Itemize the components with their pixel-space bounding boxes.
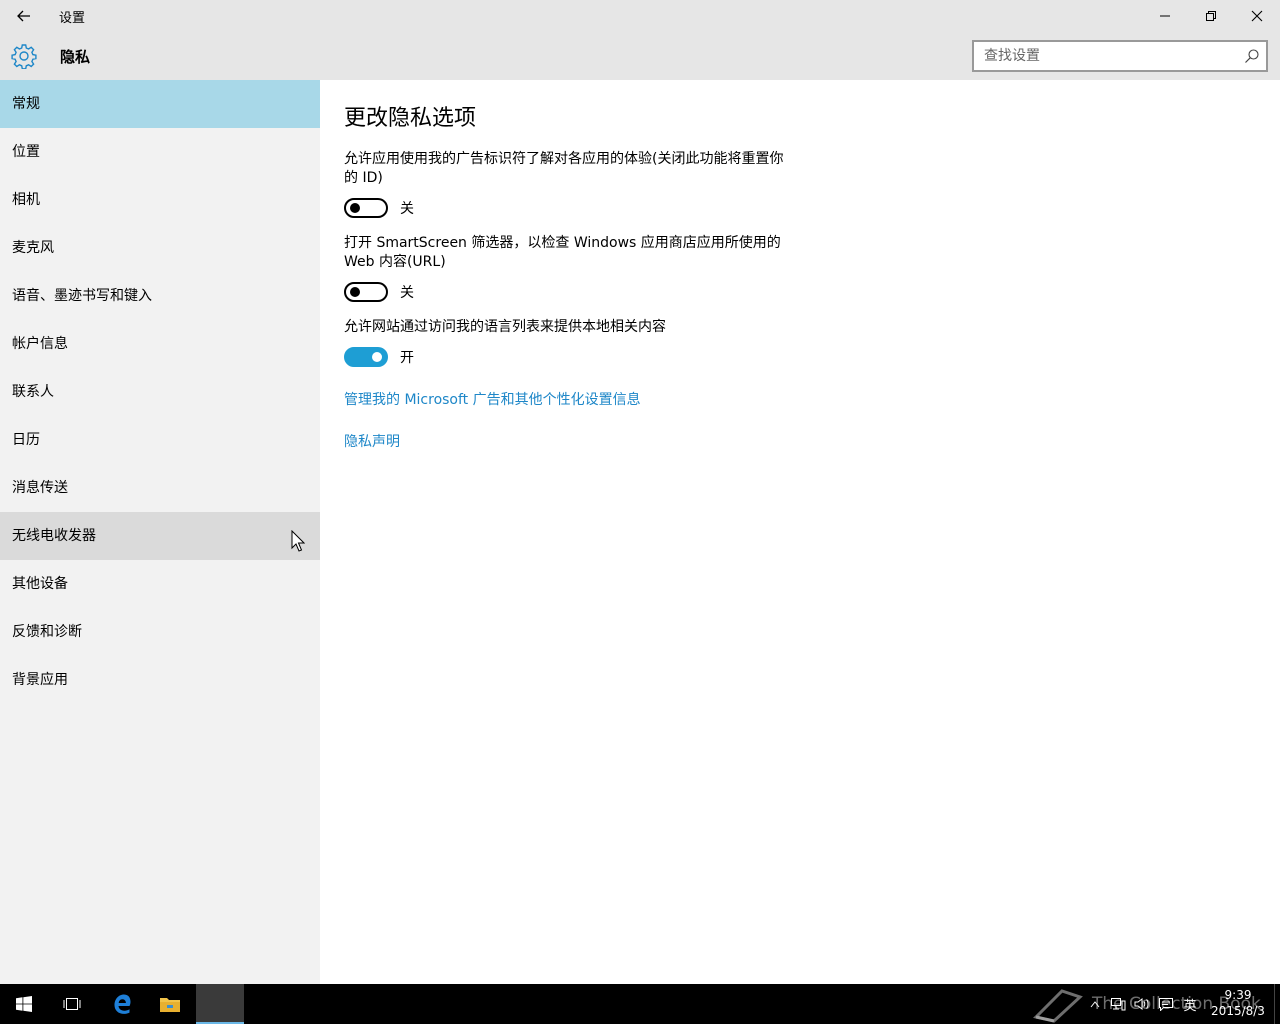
privacy-statement-link[interactable]: 隐私声明 (344, 431, 1280, 451)
edge-icon (114, 994, 131, 1014)
back-arrow-icon (17, 10, 30, 22)
sidebar-item-messaging[interactable]: 消息传送 (0, 464, 320, 512)
setting-smartscreen: 打开 SmartScreen 筛选器，以检查 Windows 应用商店应用所使用… (344, 234, 794, 302)
sidebar-item-contacts[interactable]: 联系人 (0, 368, 320, 416)
page-heading: 更改隐私选项 (344, 106, 477, 131)
volume-button[interactable] (1130, 984, 1154, 1024)
clock-date: 2015/8/3 (1211, 1004, 1265, 1018)
action-center-button[interactable] (1154, 984, 1178, 1024)
file-explorer-button[interactable] (146, 984, 194, 1024)
language-list-toggle[interactable] (344, 347, 388, 367)
sidebar-item-camera[interactable]: 相机 (0, 176, 320, 224)
task-view-button[interactable] (48, 984, 96, 1024)
clock-time: 9:39 (1224, 988, 1252, 1002)
book-watermark-icon (1033, 989, 1083, 1023)
page-section-title: 隐私 (60, 48, 91, 66)
main-content: 更改隐私选项 允许应用使用我的广告标识符了解对各应用的体验(关闭此功能将重置你的… (320, 80, 1280, 984)
setting-label: 允许网站通过访问我的语言列表来提供本地相关内容 (344, 319, 666, 335)
toggle-state-label: 关 (400, 285, 414, 301)
message-icon (1159, 998, 1173, 1011)
network-button[interactable] (1106, 984, 1130, 1024)
sidebar-item-location[interactable]: 位置 (0, 128, 320, 176)
chevron-up-icon (1090, 1001, 1100, 1008)
manage-ads-link[interactable]: 管理我的 Microsoft 广告和其他个性化设置信息 (344, 389, 1280, 409)
restore-button[interactable] (1188, 0, 1234, 32)
toggle-row: 开 (344, 347, 794, 367)
sidebar-item-speech-inking-typing[interactable]: 语音、墨迹书写和键入 (0, 272, 320, 320)
sidebar-item-microphone[interactable]: 麦克风 (0, 224, 320, 272)
close-button[interactable] (1234, 0, 1280, 32)
clock[interactable]: 9:39 2015/8/3 (1204, 987, 1272, 1019)
settings-header: 隐私 (0, 32, 1280, 80)
sidebar-item-account-info[interactable]: 帐户信息 (0, 320, 320, 368)
back-button[interactable] (0, 0, 48, 32)
speaker-icon (1134, 998, 1149, 1010)
network-icon (1111, 998, 1126, 1011)
app-title: 设置 (59, 11, 86, 26)
input-method-indicator[interactable]: 英 (1178, 984, 1202, 1024)
toggle-knob (372, 352, 382, 362)
setting-language-list: 允许网站通过访问我的语言列表来提供本地相关内容 开 (344, 318, 794, 367)
toggle-state-label: 关 (400, 201, 414, 217)
sidebar-item-background-apps[interactable]: 背景应用 (0, 656, 320, 704)
restore-icon (1206, 11, 1216, 21)
settings-taskbar-button[interactable] (196, 984, 244, 1024)
sidebar-item-other-devices[interactable]: 其他设备 (0, 560, 320, 608)
sidebar-item-feedback-diagnostics[interactable]: 反馈和诊断 (0, 608, 320, 656)
title-bar: 设置 (0, 0, 1280, 32)
setting-advertising-id: 允许应用使用我的广告标识符了解对各应用的体验(关闭此功能将重置你的 ID) 关 (344, 150, 794, 218)
setting-label: 允许应用使用我的广告标识符了解对各应用的体验(关闭此功能将重置你的 ID) (344, 151, 784, 186)
task-view-icon (63, 998, 81, 1010)
toggle-knob (350, 203, 360, 213)
taskbar: The Collection Book 英 9:39 2015/8/3 (0, 984, 1280, 1024)
setting-label: 打开 SmartScreen 筛选器，以检查 Windows 应用商店应用所使用… (344, 235, 781, 270)
windows-logo-icon (16, 996, 32, 1012)
sidebar-item-general[interactable]: 常规 (0, 80, 320, 128)
search-input[interactable] (974, 42, 1224, 70)
gear-icon (11, 44, 37, 69)
advertising-id-toggle[interactable] (344, 198, 388, 218)
toggle-row: 关 (344, 198, 794, 218)
show-desktop-button[interactable] (1274, 984, 1280, 1024)
smartscreen-toggle[interactable] (344, 282, 388, 302)
start-button[interactable] (0, 984, 48, 1024)
toggle-knob (350, 287, 360, 297)
close-icon (1251, 10, 1263, 22)
search-box[interactable] (972, 40, 1268, 72)
folder-icon (160, 998, 180, 1012)
toggle-state-label: 开 (400, 350, 414, 366)
edge-browser-button[interactable] (98, 984, 146, 1024)
sidebar: 常规 位置 相机 麦克风 语音、墨迹书写和键入 帐户信息 联系人 日历 消息传送… (0, 80, 320, 984)
sidebar-item-radios[interactable]: 无线电收发器 (0, 512, 320, 560)
search-icon[interactable] (1244, 48, 1260, 64)
show-hidden-icons-button[interactable] (1084, 984, 1106, 1024)
minimize-button[interactable] (1142, 0, 1188, 32)
toggle-row: 关 (344, 282, 794, 302)
sidebar-item-calendar[interactable]: 日历 (0, 416, 320, 464)
minimize-icon (1160, 15, 1170, 17)
